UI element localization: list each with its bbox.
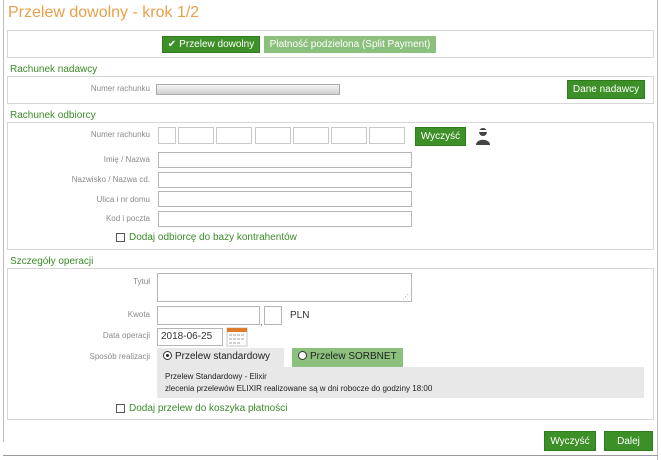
title-textarea[interactable]: ⋰ xyxy=(157,273,412,302)
sorbnet-transfer-label: Przelew SORBNET xyxy=(310,351,397,362)
add-contractor-checkbox[interactable] xyxy=(116,233,125,242)
add-contractor-label[interactable]: Dodaj odbiorcę do bazy kontrahentów xyxy=(129,232,297,243)
amount-decimal-input[interactable] xyxy=(264,306,282,325)
standard-transfer-option[interactable]: Przelew standardowy xyxy=(157,348,284,368)
transfer-type-standard-button[interactable]: ✔ Przelew dowolny xyxy=(162,36,260,53)
standard-transfer-label: Przelew standardowy xyxy=(175,351,271,362)
account-segment-6[interactable] xyxy=(331,127,367,144)
recipient-account-label: Numer rachunku xyxy=(90,130,150,139)
title-label: Tytuł xyxy=(133,277,150,286)
transfer-type-standard-label: Przelew dowolny xyxy=(179,39,255,50)
contacts-person-icon[interactable] xyxy=(474,126,492,146)
recipient-section-title: Rachunek odbiorcy xyxy=(10,110,96,121)
clear-button[interactable]: Wyczyść xyxy=(544,431,596,451)
account-segment-5[interactable] xyxy=(293,127,329,144)
method-label: Sposób realizacji xyxy=(89,352,150,361)
account-segment-4[interactable] xyxy=(255,127,291,144)
split-payment-button[interactable]: Płatność podzielona (Split Payment) xyxy=(264,36,436,53)
amount-label: Kwota xyxy=(127,310,150,319)
check-icon: ✔ xyxy=(167,39,177,50)
transfer-info-line2: zlecenia przelewów ELIXIR realizowane są… xyxy=(165,384,433,393)
recipient-name-input[interactable] xyxy=(158,152,412,168)
sender-details-button[interactable]: Dane nadawcy xyxy=(567,80,645,99)
sender-section-title: Rachunek nadawcy xyxy=(10,64,98,75)
account-segment-3[interactable] xyxy=(216,127,252,144)
recipient-postal-label: Kod i poczta xyxy=(105,214,150,223)
radio-unselected-icon xyxy=(298,351,307,360)
recipient-street-label: Ulica i nr domu xyxy=(96,195,150,204)
add-basket-checkbox[interactable] xyxy=(116,404,125,413)
page-title: Przelew dowolny - krok 1/2 xyxy=(8,4,200,21)
recipient-postal-input[interactable] xyxy=(158,211,412,227)
recipient-surname-label: Nazwisko / Nazwa cd. xyxy=(71,175,150,184)
recipient-street-input[interactable] xyxy=(158,191,412,207)
sender-account-label: Numer rachunku xyxy=(90,84,150,93)
date-label: Data operacji xyxy=(102,331,150,340)
resize-grip-icon: ⋰ xyxy=(402,294,409,301)
split-payment-label: Płatność podzielona (Split Payment) xyxy=(269,39,431,50)
transfer-info-box: Przelew Standardowy - Elixir zlecenia pr… xyxy=(157,367,644,398)
sorbnet-transfer-option[interactable]: Przelew SORBNET xyxy=(292,348,403,368)
window-frame-left xyxy=(3,0,4,442)
sender-account-select[interactable] xyxy=(156,84,340,95)
amount-integer-input[interactable] xyxy=(157,306,260,325)
window-frame-bottom xyxy=(3,455,658,456)
recipient-surname-input[interactable] xyxy=(158,172,412,188)
operation-section-title: Szczegóły operacji xyxy=(10,256,94,267)
currency-label: PLN xyxy=(290,310,310,321)
recipient-clear-button[interactable]: Wyczyść xyxy=(415,127,466,146)
account-segment-1[interactable] xyxy=(158,127,176,144)
account-segment-2[interactable] xyxy=(178,127,214,144)
next-button[interactable]: Dalej xyxy=(604,431,653,451)
transfer-info-line1: Przelew Standardowy - Elixir xyxy=(165,372,267,381)
recipient-name-label: Imię / Nazwa xyxy=(103,155,150,164)
calendar-icon[interactable] xyxy=(226,325,248,347)
radio-selected-icon xyxy=(163,351,172,360)
account-segment-7[interactable] xyxy=(369,127,405,144)
date-input[interactable]: 2018-06-25 xyxy=(157,328,223,346)
window-frame-right xyxy=(657,0,658,460)
decimal-separator: , xyxy=(260,317,263,327)
add-basket-label[interactable]: Dodaj przelew do koszyka płatności xyxy=(129,403,287,414)
